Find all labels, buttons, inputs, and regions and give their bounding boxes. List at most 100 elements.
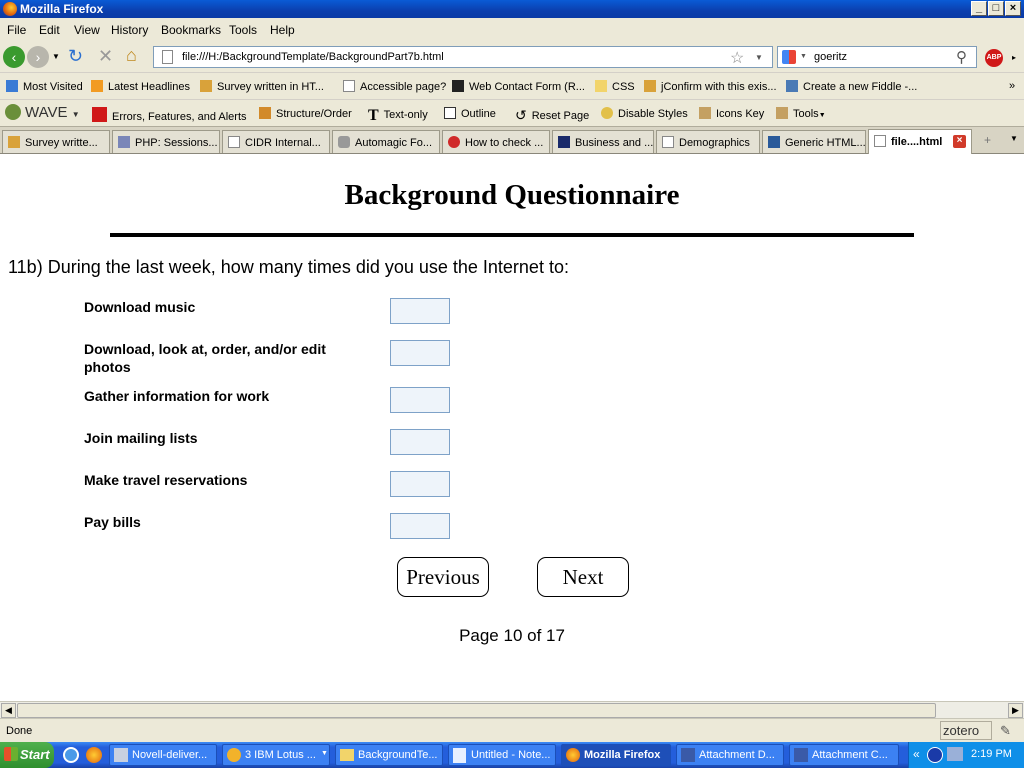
new-tab-icon[interactable]: + [984, 133, 991, 147]
adblock-icon[interactable]: ABP [985, 49, 1003, 67]
search-engine-dropdown-icon[interactable]: ▼ [800, 53, 807, 60]
vpn-icon[interactable] [927, 747, 943, 763]
wave-tools-menu[interactable]: Tools▼ [776, 107, 826, 120]
bookmark-latest-headlines[interactable]: Latest Headlines [91, 80, 190, 93]
tab-php-sessions[interactable]: PHP: Sessions... [112, 130, 220, 153]
bookmark-star-icon[interactable]: ☆ [730, 48, 744, 68]
wave-text-only-button[interactable]: T Text-only [368, 107, 428, 125]
wave-reset-page-button[interactable]: ↺ Reset Page [515, 107, 589, 124]
wave-disable-styles-button[interactable]: Disable Styles [601, 107, 688, 120]
bookmarks-overflow-icon[interactable]: » [1009, 80, 1015, 92]
menu-edit[interactable]: Edit [39, 23, 60, 37]
work-info-input[interactable] [390, 387, 450, 413]
toolbar-overflow-icon[interactable]: ▸ [1012, 53, 1016, 62]
tab-favicon-icon [448, 136, 460, 148]
wave-errors-button[interactable]: Errors, Features, and Alerts [92, 107, 247, 123]
scroll-right-icon[interactable]: ▶ [1008, 703, 1023, 718]
menu-tools[interactable]: Tools [229, 23, 257, 37]
history-dropdown-icon[interactable]: ▼ [52, 52, 60, 61]
close-button[interactable]: × [1005, 1, 1021, 16]
task-attachment-d[interactable]: Attachment D... [676, 744, 784, 766]
bookmark-jsfiddle[interactable]: Create a new Fiddle -... [786, 80, 917, 93]
system-tray: « 2:19 PM [908, 742, 1024, 768]
search-icon[interactable]: ⚲ [956, 48, 967, 66]
item-label-photos: Download, look at, order, and/or edit ph… [84, 341, 326, 375]
wave-outline-button[interactable]: Outline [444, 107, 496, 120]
travel-input[interactable] [390, 471, 450, 497]
menu-help[interactable]: Help [270, 23, 295, 37]
addon-icon[interactable]: ✎ [1000, 723, 1018, 739]
back-icon[interactable]: ‹ [3, 46, 25, 68]
errors-icon [92, 107, 107, 122]
pay-bills-input[interactable] [390, 513, 450, 539]
tab-how-to-check[interactable]: How to check ... [442, 130, 550, 153]
tray-expand-icon[interactable]: « [913, 747, 920, 761]
task-lotus[interactable]: 3 IBM Lotus ... ▼ [222, 744, 330, 766]
menu-bar: File Edit View History Bookmarks Tools H… [0, 18, 1024, 42]
tools-icon [776, 107, 788, 119]
menu-bookmarks[interactable]: Bookmarks [161, 23, 221, 37]
download-music-input[interactable] [390, 298, 450, 324]
bookmark-css[interactable]: CSS [595, 80, 635, 93]
window-title-bar[interactable]: Mozilla Firefox _ □ × [0, 0, 1024, 18]
key-icon [699, 107, 711, 119]
menu-history[interactable]: History [111, 23, 148, 37]
firefox-quicklaunch-icon[interactable] [86, 747, 102, 763]
url-field[interactable]: file:///H:/BackgroundTemplate/Background… [153, 46, 773, 68]
tab-automagic[interactable]: Automagic Fo... [332, 130, 440, 153]
scroll-left-icon[interactable]: ◀ [1, 703, 16, 718]
start-button[interactable]: Start [0, 742, 54, 768]
minimize-button[interactable]: _ [971, 1, 987, 16]
bookmark-jconfirm[interactable]: jConfirm with this exis... [644, 80, 777, 93]
tab-current-file[interactable]: file....html × [868, 129, 972, 154]
bookmark-survey[interactable]: Survey written in HT... [200, 80, 324, 93]
clock: 2:19 PM [971, 748, 1012, 760]
photos-input[interactable] [390, 340, 450, 366]
menu-view[interactable]: View [74, 23, 100, 37]
item-label-pay-bills: Pay bills [84, 514, 141, 530]
tab-business[interactable]: Business and ... [552, 130, 654, 153]
google-icon[interactable] [782, 50, 796, 64]
tab-survey[interactable]: Survey writte... [2, 130, 110, 153]
reset-icon: ↺ [515, 107, 527, 123]
wave-structure-button[interactable]: Structure/Order [259, 107, 352, 120]
bookmark-accessible-page[interactable]: Accessible page? [343, 80, 446, 93]
tab-generic-html[interactable]: Generic HTML... [762, 130, 866, 153]
forward-icon[interactable]: › [27, 46, 49, 68]
wave-menu[interactable]: WAVE ▼ [5, 104, 80, 121]
task-attachment-c[interactable]: Attachment C... [789, 744, 899, 766]
mailing-lists-input[interactable] [390, 429, 450, 455]
firefox-icon [3, 2, 17, 16]
scrollbar-thumb[interactable] [17, 703, 936, 718]
tab-demographics[interactable]: Demographics [656, 130, 760, 153]
home-icon[interactable]: ⌂ [126, 45, 137, 66]
task-background-folder[interactable]: BackgroundTe... [335, 744, 443, 766]
close-tab-icon[interactable]: × [953, 135, 966, 148]
next-button[interactable]: Next [537, 557, 629, 597]
wave-icons-key-button[interactable]: Icons Key [699, 107, 764, 120]
maximize-button[interactable]: □ [988, 1, 1004, 16]
task-firefox[interactable]: Mozilla Firefox [561, 744, 671, 766]
reload-icon[interactable]: ↻ [68, 46, 83, 67]
network-icon[interactable] [947, 747, 963, 761]
status-text: Done [6, 725, 33, 737]
tab-cidr[interactable]: CIDR Internal... [222, 130, 330, 153]
page-content: Background Questionnaire 11b) During the… [0, 155, 1024, 701]
horizontal-scrollbar[interactable]: ◀ ▶ [0, 701, 1024, 718]
search-field[interactable]: ▼ goeritz ⚲ [777, 46, 977, 68]
menu-file[interactable]: File [7, 23, 26, 37]
stop-icon[interactable]: ✕ [98, 46, 113, 67]
page-icon [162, 50, 173, 64]
task-notepad[interactable]: Untitled - Note... [448, 744, 556, 766]
url-dropdown-icon[interactable]: ▼ [755, 53, 763, 62]
palette-icon [601, 107, 613, 119]
word-icon [681, 748, 695, 762]
task-novell[interactable]: Novell-deliver... [109, 744, 217, 766]
tab-list-icon[interactable]: ▼ [1010, 134, 1018, 143]
previous-button[interactable]: Previous [397, 557, 489, 597]
folder-icon [340, 749, 354, 761]
bookmark-most-visited[interactable]: Most Visited [6, 80, 83, 93]
zotero-button[interactable]: zotero [940, 721, 992, 740]
bookmark-web-contact-form[interactable]: Web Contact Form (R... [452, 80, 585, 93]
ie-quicklaunch-icon[interactable] [63, 747, 79, 763]
